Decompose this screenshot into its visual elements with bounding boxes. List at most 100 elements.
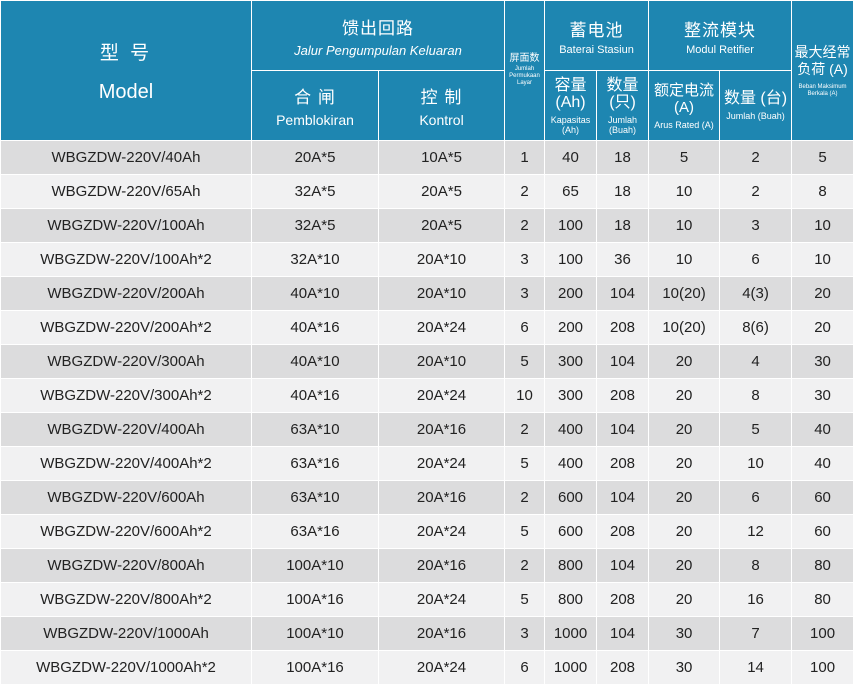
- battery-qty-cell: 208: [596, 582, 650, 617]
- rectifier-header: 整流模块 Modul Retifier: [648, 0, 793, 71]
- model-cell: WBGZDW-220V/800Ah: [0, 548, 252, 583]
- control-cell: 20A*16: [377, 412, 506, 447]
- capacity-cell: 800: [544, 548, 598, 583]
- control-cell: 20A*24: [377, 446, 506, 481]
- closing-cell: 63A*10: [251, 412, 379, 447]
- table-row: WBGZDW-220V/1000Ah*2 100A*16 20A*24 6 1000 20…: [0, 650, 853, 685]
- rectifier-qty-cell: 2: [719, 140, 793, 175]
- model-header: 型 号 Model: [0, 0, 252, 141]
- panels-cell: 3: [504, 276, 546, 311]
- feeder-header-en: Jalur Pengumpulan Keluaran: [294, 42, 462, 58]
- panels-cell: 6: [504, 650, 546, 685]
- maxload-cell: 60: [791, 514, 853, 549]
- table-row: WBGZDW-220V/600Ah 63A*10 20A*16 2 600 104 20 6 6…: [0, 480, 853, 515]
- battery-qty-cell: 208: [596, 514, 650, 549]
- panels-cell: 5: [504, 446, 546, 481]
- panels-cell: 2: [504, 412, 546, 447]
- control-header-en: Kontrol: [419, 112, 464, 128]
- battery-qty-header: 数量 (只) Jumlah (Buah): [596, 70, 650, 141]
- closing-cell: 20A*5: [251, 140, 379, 175]
- battery-header-en: Baterai Stasiun: [559, 43, 634, 56]
- control-cell: 20A*24: [377, 310, 506, 345]
- battery-qty-cell: 18: [596, 174, 650, 209]
- control-cell: 20A*24: [377, 378, 506, 413]
- closing-cell: 100A*16: [251, 582, 379, 617]
- battery-qty-cell: 104: [596, 412, 650, 447]
- capacity-cell: 65: [544, 174, 598, 209]
- rectifier-header-en: Modul Retifier: [686, 43, 754, 56]
- model-header-zh: 型 号: [99, 42, 153, 64]
- model-cell: WBGZDW-220V/200Ah*2: [0, 310, 252, 345]
- panels-cell: 2: [504, 480, 546, 515]
- maxload-cell: 100: [791, 616, 853, 651]
- maxload-cell: 40: [791, 446, 853, 481]
- capacity-cell: 200: [544, 276, 598, 311]
- rectifier-qty-cell: 14: [719, 650, 793, 685]
- battery-qty-cell: 104: [596, 616, 650, 651]
- capacity-cell: 1000: [544, 650, 598, 685]
- capacity-cell: 300: [544, 344, 598, 379]
- rectifier-qty-cell: 12: [719, 514, 793, 549]
- rated-current-cell: 5: [648, 140, 721, 175]
- battery-qty-cell: 18: [596, 208, 650, 243]
- table-row: WBGZDW-220V/40Ah 20A*5 10A*5 1 40 18 5 2 5: [0, 140, 853, 175]
- battery-qty-header-zh: 数量 (只): [606, 76, 639, 111]
- rectifier-qty-cell: 7: [719, 616, 793, 651]
- capacity-cell: 40: [544, 140, 598, 175]
- feeder-header: 馈出回路 Jalur Pengumpulan Keluaran: [250, 0, 506, 71]
- control-cell: 20A*5: [377, 208, 506, 243]
- closing-cell: 32A*10: [251, 242, 379, 277]
- closing-cell: 63A*16: [251, 446, 379, 481]
- battery-qty-header-en: Jumlah (Buah): [608, 114, 638, 135]
- table-row: WBGZDW-220V/100Ah*2 32A*10 20A*10 3 100 36 10 6…: [0, 242, 853, 277]
- capacity-cell: 300: [544, 378, 598, 413]
- panels-cell: 2: [504, 208, 546, 243]
- rated-current-header: 额定电流 (A) Arus Rated (A): [648, 70, 721, 141]
- maxload-cell: 10: [791, 208, 853, 243]
- closing-cell: 100A*10: [251, 616, 379, 651]
- rectifier-qty-cell: 4: [719, 344, 793, 379]
- maxload-cell: 8: [791, 174, 853, 209]
- maxload-cell: 80: [791, 582, 853, 617]
- table-row: WBGZDW-220V/65Ah 32A*5 20A*5 2 65 18 10 2 8: [0, 174, 853, 209]
- table-row: WBGZDW-220V/1000Ah 100A*10 20A*16 3 1000 104 3…: [0, 616, 853, 651]
- closing-header-en: Pemblokiran: [276, 112, 354, 128]
- rated-current-cell: 10(20): [648, 276, 721, 311]
- maxload-cell: 60: [791, 480, 853, 515]
- battery-qty-cell: 36: [596, 242, 650, 277]
- control-cell: 20A*10: [377, 276, 506, 311]
- closing-header-zh: 合 闸: [294, 88, 336, 107]
- rated-current-cell: 20: [648, 412, 721, 447]
- rated-current-cell: 20: [648, 548, 721, 583]
- control-cell: 10A*5: [377, 140, 506, 175]
- model-cell: WBGZDW-220V/300Ah*2: [0, 378, 252, 413]
- rated-current-header-en: Arus Rated (A): [654, 119, 714, 130]
- table-row: WBGZDW-220V/400Ah 63A*10 20A*16 2 400 104 20 5 4…: [0, 412, 853, 447]
- rectifier-qty-cell: 8: [719, 378, 793, 413]
- rated-current-cell: 20: [648, 446, 721, 481]
- panels-cell: 3: [504, 616, 546, 651]
- control-header: 控 制 Kontrol: [377, 70, 506, 141]
- capacity-cell: 400: [544, 412, 598, 447]
- rated-current-cell: 30: [648, 616, 721, 651]
- rated-current-cell: 20: [648, 582, 721, 617]
- panels-cell: 10: [504, 378, 546, 413]
- closing-cell: 100A*10: [251, 548, 379, 583]
- model-cell: WBGZDW-220V/65Ah: [0, 174, 252, 209]
- maxload-cell: 10: [791, 242, 853, 277]
- rated-current-cell: 10: [648, 208, 721, 243]
- panels-cell: 5: [504, 582, 546, 617]
- control-cell: 20A*10: [377, 344, 506, 379]
- table-row: WBGZDW-220V/300Ah 40A*10 20A*10 5 300 104 20 4 3…: [0, 344, 853, 379]
- battery-header: 蓄电池 Baterai Stasiun: [544, 0, 650, 71]
- maxload-header: 最大经常负荷 (A) Beban Maksimum Berkala (A): [791, 0, 853, 141]
- closing-cell: 40A*10: [251, 344, 379, 379]
- table-row: WBGZDW-220V/400Ah*2 63A*16 20A*24 5 400 208 20…: [0, 446, 853, 481]
- maxload-cell: 20: [791, 276, 853, 311]
- panels-header-en: Jumlah Permukaan Layar: [509, 66, 540, 86]
- rectifier-qty-header-en: Jumlah (Buah): [726, 111, 785, 121]
- model-cell: WBGZDW-220V/300Ah: [0, 344, 252, 379]
- panels-cell: 2: [504, 174, 546, 209]
- rated-current-cell: 20: [648, 514, 721, 549]
- capacity-header-zh: 容量 (Ah): [554, 76, 587, 111]
